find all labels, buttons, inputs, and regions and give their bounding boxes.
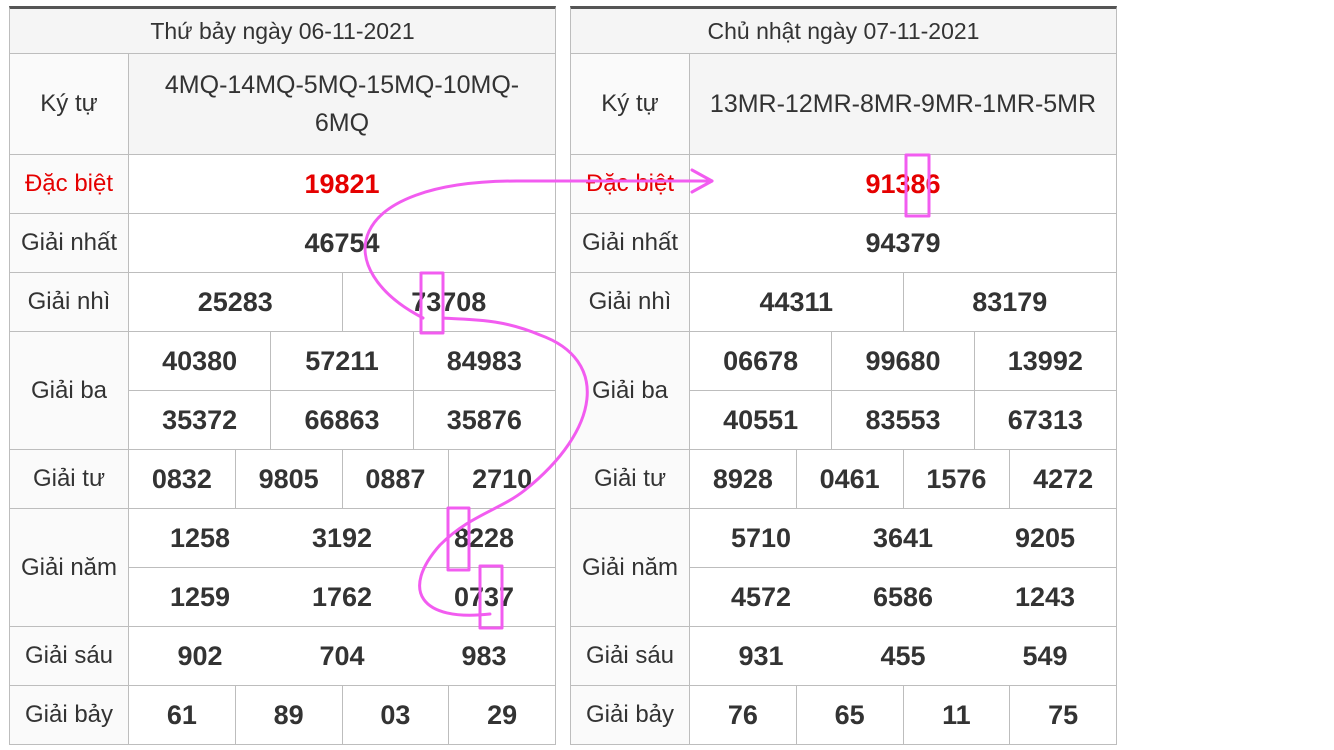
seventh-prize-value: 03 [341, 686, 449, 744]
row-third: Giải ba 40380 57211 84983 35372 66863 35… [10, 332, 555, 450]
fourth-prize-value: 0461 [795, 450, 903, 508]
row-label-seventh: Giải bảy [10, 686, 129, 744]
row-label-special: Đặc biệt [571, 155, 690, 213]
third-prize-value: 99680 [831, 332, 973, 390]
fourth-prize-value: 2710 [448, 450, 555, 508]
fourth-prize-value: 1576 [902, 450, 1010, 508]
fifth-prize-value: 0737 [453, 581, 515, 612]
seventh-prize-value: 89 [234, 686, 342, 744]
row-label-first: Giải nhất [571, 214, 690, 272]
fourth-prize-value: 9805 [234, 450, 342, 508]
fifth-prize-value: 1258 [169, 522, 231, 553]
fifth-prize-value: 1762 [311, 581, 373, 612]
row-label-fourth: Giải tư [10, 450, 129, 508]
special-prize-value: 91386 [865, 168, 941, 199]
row-label-second: Giải nhì [10, 273, 129, 331]
row-fifth: Giải năm 5710 3641 9205 4572 6586 1243 [571, 509, 1116, 627]
sixth-prize-value: 455 [880, 640, 926, 671]
seventh-prize-value: 76 [727, 699, 758, 730]
seventh-prize-value: 29 [448, 686, 555, 744]
table-header-date: Thứ bảy ngày 06-11-2021 [10, 9, 555, 54]
third-prize-value: 66863 [270, 391, 412, 449]
sixth-prize-value: 704 [319, 640, 365, 671]
sixth-prize-value: 931 [738, 640, 784, 671]
row-sixth: Giải sáu 902 704 983 [10, 627, 555, 686]
first-prize-value: 46754 [304, 227, 380, 258]
results-table-2021-11-06: Thứ bảy ngày 06-11-2021 Ký tự 4MQ-14MQ-5… [9, 6, 556, 745]
row-label-code: Ký tự [571, 54, 690, 154]
row-label-code: Ký tự [10, 54, 129, 154]
second-prize-value: 83179 [902, 273, 1117, 331]
row-label-sixth: Giải sáu [10, 627, 129, 685]
fourth-prize-value: 4272 [1009, 450, 1116, 508]
fifth-prize-value: 6586 [872, 581, 934, 612]
second-prize-value: 73708 [341, 273, 556, 331]
third-prize-value: 84983 [412, 332, 555, 390]
second-prize-value: 44311 [759, 286, 834, 317]
row-label-third: Giải ba [571, 332, 690, 449]
row-seventh: Giải bảy 61 89 03 29 [10, 686, 555, 745]
third-prize-value: 67313 [973, 391, 1116, 449]
seventh-prize-value: 65 [795, 686, 903, 744]
code-value: 4MQ-14MQ-5MQ-15MQ-10MQ-6MQ [129, 54, 555, 154]
row-first: Giải nhất 46754 [10, 214, 555, 273]
fourth-prize-value: 8928 [712, 463, 773, 494]
fifth-prize-value: 8228 [453, 522, 515, 553]
third-prize-value: 13992 [973, 332, 1116, 390]
special-prize-value: 19821 [304, 168, 380, 199]
row-special: Đặc biệt 19821 [10, 155, 555, 214]
row-second: Giải nhì 25283 73708 [10, 273, 555, 332]
fourth-prize-value: 0887 [341, 450, 449, 508]
fifth-prize-value: 1243 [1014, 581, 1076, 612]
row-special: Đặc biệt 91386 [571, 155, 1116, 214]
third-prize-value: 40380 [162, 345, 238, 376]
row-code: Ký tự 4MQ-14MQ-5MQ-15MQ-10MQ-6MQ [10, 54, 555, 155]
first-prize-value: 94379 [865, 227, 941, 258]
third-prize-value: 57211 [270, 332, 412, 390]
third-prize-value: 06678 [723, 345, 799, 376]
table-header-date: Chủ nhật ngày 07-11-2021 [571, 9, 1116, 54]
second-prize-value: 25283 [197, 286, 273, 317]
row-second: Giải nhì 44311 83179 [571, 273, 1116, 332]
third-prize-value: 40551 [723, 404, 799, 435]
seventh-prize-value: 61 [166, 699, 197, 730]
third-prize-value: 83553 [831, 391, 973, 449]
row-third: Giải ba 06678 99680 13992 40551 83553 67… [571, 332, 1116, 450]
row-label-seventh: Giải bảy [571, 686, 690, 744]
seventh-prize-value: 11 [902, 686, 1010, 744]
fifth-prize-value: 9205 [1014, 522, 1076, 553]
row-sixth: Giải sáu 931 455 549 [571, 627, 1116, 686]
row-label-first: Giải nhất [10, 214, 129, 272]
fifth-prize-value: 3192 [311, 522, 373, 553]
row-seventh: Giải bảy 76 65 11 75 [571, 686, 1116, 745]
row-label-second: Giải nhì [571, 273, 690, 331]
row-label-third: Giải ba [10, 332, 129, 449]
row-label-fourth: Giải tư [571, 450, 690, 508]
row-code: Ký tự 13MR-12MR-8MR-9MR-1MR-5MR [571, 54, 1116, 155]
row-label-sixth: Giải sáu [571, 627, 690, 685]
sixth-prize-value: 549 [1022, 640, 1068, 671]
row-fourth: Giải tư 0832 9805 0887 2710 [10, 450, 555, 509]
seventh-prize-value: 75 [1009, 686, 1116, 744]
sixth-prize-value: 902 [177, 640, 223, 671]
row-first: Giải nhất 94379 [571, 214, 1116, 273]
row-label-fifth: Giải năm [571, 509, 690, 626]
results-table-2021-11-07: Chủ nhật ngày 07-11-2021 Ký tự 13MR-12MR… [570, 6, 1117, 745]
fourth-prize-value: 0832 [151, 463, 212, 494]
row-fourth: Giải tư 8928 0461 1576 4272 [571, 450, 1116, 509]
row-label-special: Đặc biệt [10, 155, 129, 213]
row-fifth: Giải năm 1258 3192 8228 1259 1762 0737 [10, 509, 555, 627]
fifth-prize-value: 4572 [730, 581, 792, 612]
third-prize-value: 35372 [162, 404, 238, 435]
sixth-prize-value: 983 [461, 640, 507, 671]
code-value: 13MR-12MR-8MR-9MR-1MR-5MR [690, 54, 1116, 154]
row-label-fifth: Giải năm [10, 509, 129, 626]
fifth-prize-value: 5710 [730, 522, 792, 553]
fifth-prize-value: 1259 [169, 581, 231, 612]
third-prize-value: 35876 [412, 391, 555, 449]
fifth-prize-value: 3641 [872, 522, 934, 553]
